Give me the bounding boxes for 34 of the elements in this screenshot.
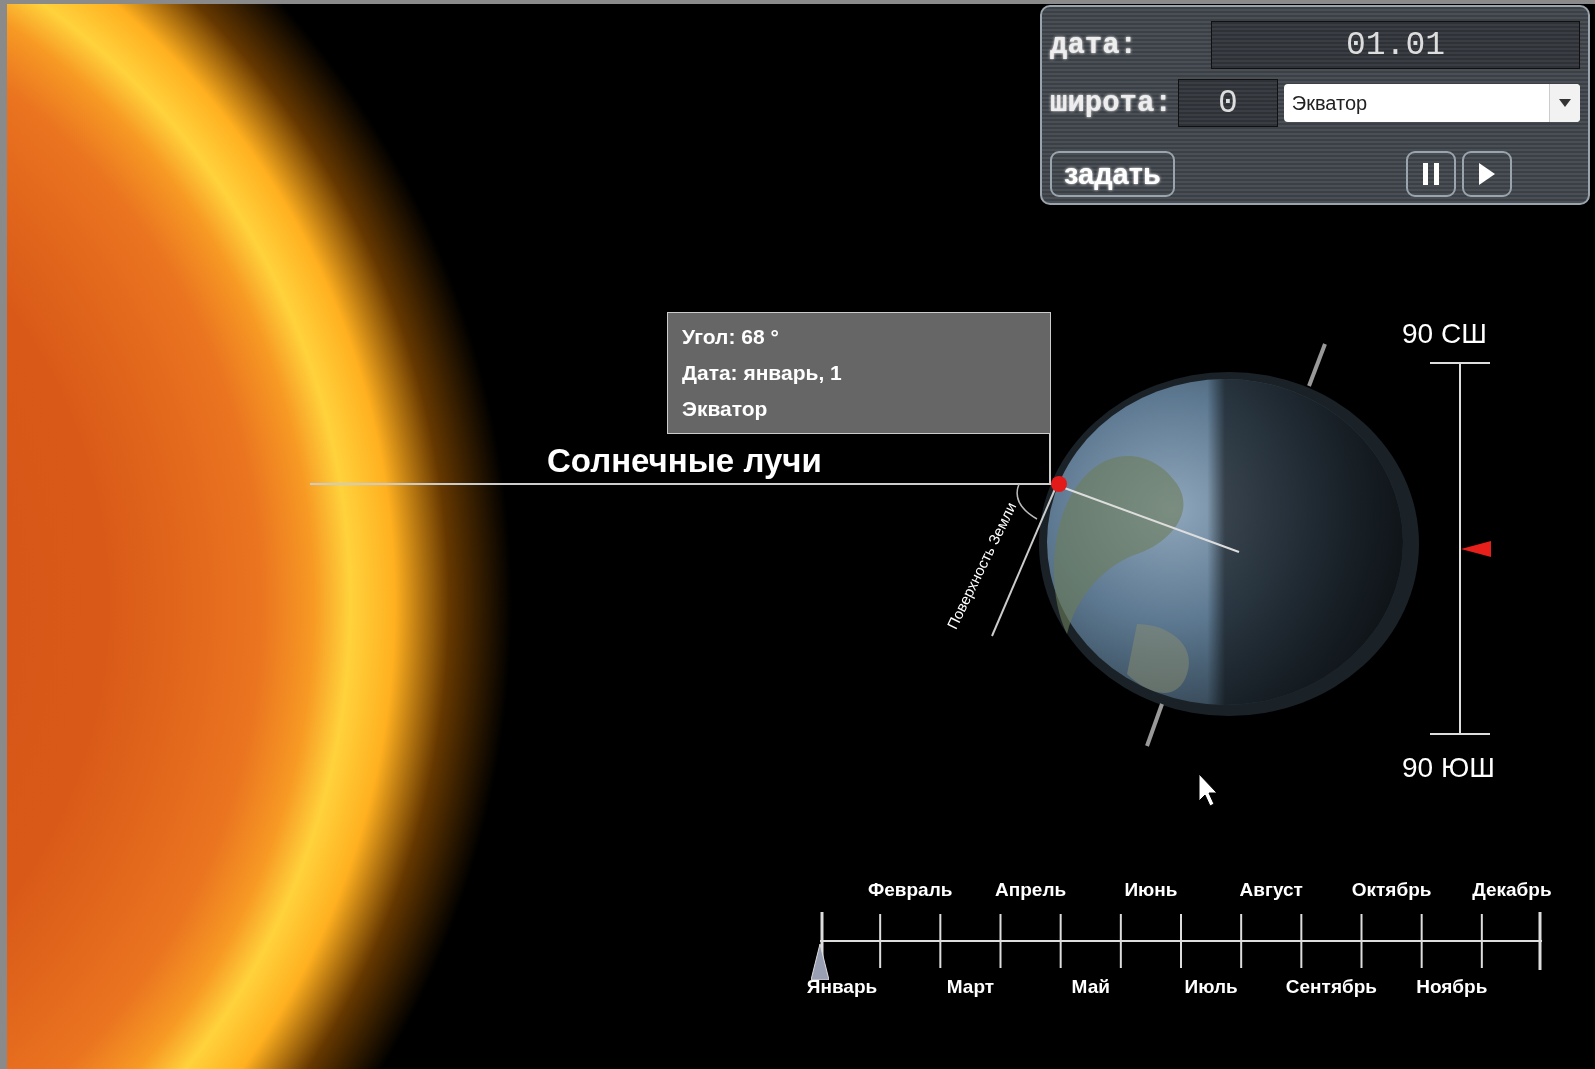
- info-text: Угол: 68 °: [682, 325, 780, 349]
- latitude-bottom-label: 90 ЮШ: [1402, 752, 1495, 784]
- zone-dropdown[interactable]: Экватор: [1283, 84, 1580, 122]
- rays-label: Солнечные лучи: [547, 442, 822, 480]
- set-button[interactable]: задать: [1050, 151, 1175, 197]
- latitude-field[interactable]: 0: [1177, 79, 1278, 127]
- month-label: Май: [1071, 976, 1110, 998]
- play-button[interactable]: [1462, 151, 1512, 197]
- latitude-marker[interactable]: [1461, 540, 1491, 557]
- caret-icon: [1549, 84, 1580, 122]
- month-label: Апрель: [995, 879, 1067, 901]
- info-text: Экватор: [682, 397, 769, 421]
- pause-icon: [1423, 163, 1439, 185]
- info-text: Дата: январь, 1: [682, 361, 843, 385]
- month-label: Июль: [1184, 976, 1238, 998]
- date-label: дата:: [1050, 28, 1138, 62]
- cursor-arrow-icon: [1198, 773, 1218, 807]
- contact-point: [1051, 476, 1067, 492]
- date-marker[interactable]: [811, 944, 829, 980]
- month-label: Сентябрь: [1285, 976, 1377, 998]
- date-field[interactable]: 01.01: [1211, 21, 1580, 69]
- month-label: Март: [946, 976, 995, 998]
- month-label: Январь: [806, 976, 878, 998]
- angle-arc: [1016, 483, 1038, 520]
- latitude-label: широта:: [1050, 86, 1172, 120]
- latitude-top-label: 90 СШ: [1402, 318, 1487, 350]
- pause-button[interactable]: [1406, 151, 1456, 197]
- month-label: Ноябрь: [1416, 976, 1488, 998]
- month-label: Февраль: [868, 879, 953, 901]
- month-label: Июнь: [1124, 879, 1178, 901]
- month-label: Октябрь: [1351, 879, 1432, 901]
- play-icon: [1479, 163, 1495, 185]
- month-label: Август: [1239, 879, 1303, 901]
- month-label: Декабрь: [1472, 879, 1552, 901]
